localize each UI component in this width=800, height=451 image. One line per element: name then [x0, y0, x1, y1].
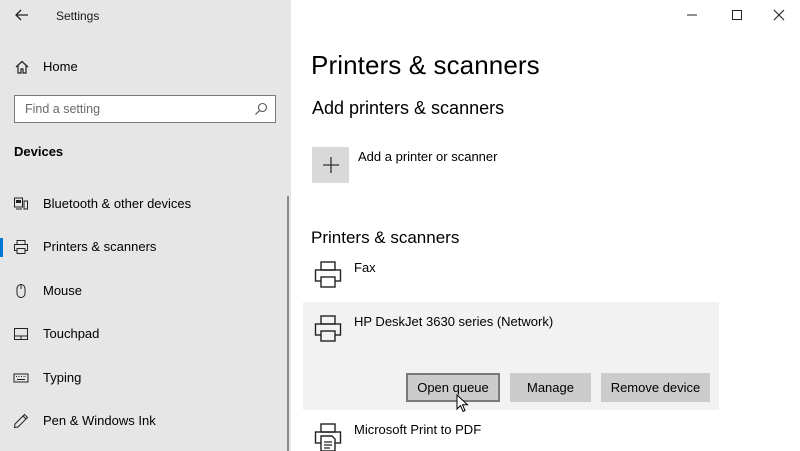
sidebar-scrollbar[interactable] — [287, 196, 289, 451]
printer-name: HP DeskJet 3630 series (Network) — [354, 314, 554, 329]
sidebar-item-mouse[interactable]: Mouse — [0, 272, 287, 310]
back-button[interactable] — [8, 4, 36, 26]
maximize-icon — [732, 10, 742, 20]
sidebar-item-label: Typing — [43, 370, 82, 385]
mouse-icon — [16, 284, 26, 298]
printer-name: Microsoft Print to PDF — [354, 422, 482, 437]
printers-section-heading: Printers & scanners — [311, 228, 460, 247]
printer-item-pdf[interactable]: Microsoft Print to PDF — [303, 418, 719, 451]
pen-icon — [13, 413, 29, 429]
minimize-icon — [687, 14, 697, 16]
bluetooth-devices-icon — [14, 197, 28, 210]
manage-button[interactable]: Manage — [510, 373, 591, 402]
add-printer-label[interactable]: Add a printer or scanner — [358, 149, 497, 164]
add-section-heading: Add printers & scanners — [312, 98, 505, 118]
printer-icon — [14, 240, 28, 254]
active-indicator — [0, 238, 3, 257]
sidebar-item-label: Bluetooth & other devices — [43, 196, 192, 211]
search-placeholder: Find a setting — [25, 102, 101, 116]
sidebar: Settings Home Find a setting Devices Blu… — [0, 0, 291, 451]
touchpad-icon — [14, 328, 28, 340]
sidebar-item-typing[interactable]: Typing — [0, 359, 287, 397]
sidebar-item-bluetooth[interactable]: Bluetooth & other devices — [0, 185, 287, 223]
sidebar-item-printers[interactable]: Printers & scanners — [0, 228, 287, 266]
add-printer-button[interactable] — [312, 147, 349, 183]
printer-name: Fax — [354, 260, 376, 275]
close-icon — [773, 9, 785, 21]
sidebar-item-pen[interactable]: Pen & Windows Ink — [0, 402, 287, 440]
open-queue-button[interactable]: Open queue — [406, 373, 500, 402]
search-input[interactable]: Find a setting — [14, 95, 276, 123]
maximize-button[interactable] — [716, 0, 758, 30]
sidebar-item-label: Printers & scanners — [43, 239, 157, 254]
printer-icon — [314, 315, 342, 342]
sidebar-item-home[interactable]: Home — [0, 54, 291, 80]
remove-device-button[interactable]: Remove device — [601, 373, 710, 402]
sidebar-item-label: Mouse — [43, 283, 83, 298]
search-icon — [255, 102, 268, 115]
back-arrow-icon — [15, 9, 28, 21]
plus-icon — [322, 157, 339, 173]
sidebar-item-label: Home — [43, 59, 78, 74]
mouse-cursor-icon — [456, 394, 469, 413]
sidebar-item-label: Touchpad — [43, 326, 100, 341]
printer-item-fax[interactable]: Fax — [303, 256, 719, 298]
section-heading: Devices — [14, 144, 64, 159]
close-button[interactable] — [758, 0, 800, 30]
printer-icon — [314, 261, 342, 288]
home-icon — [15, 60, 29, 74]
sidebar-item-label: Pen & Windows Ink — [43, 413, 156, 428]
page-title: Printers & scanners — [311, 50, 540, 80]
pdf-printer-icon — [314, 423, 342, 451]
minimize-button[interactable] — [671, 0, 713, 30]
sidebar-item-touchpad[interactable]: Touchpad — [0, 315, 287, 353]
keyboard-icon — [13, 373, 29, 383]
app-title: Settings — [56, 9, 100, 23]
